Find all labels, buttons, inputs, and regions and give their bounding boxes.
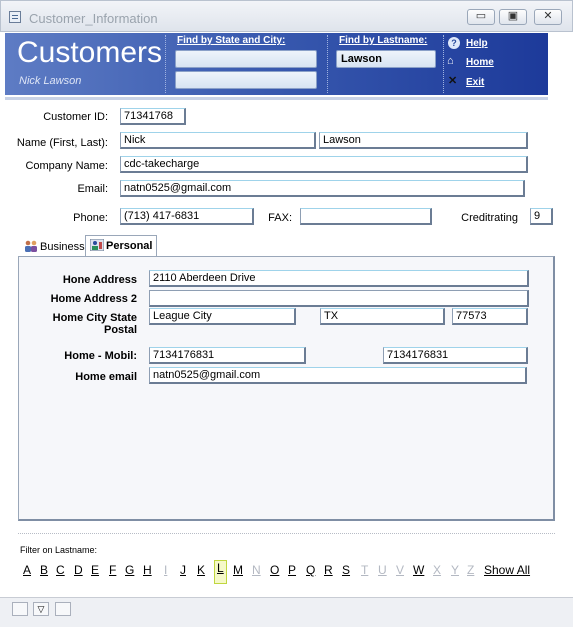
- window-titlebar: Customer_Information ▭ ▣ ✕: [0, 0, 573, 32]
- home-city-field[interactable]: League City: [149, 308, 296, 325]
- home-phone-field[interactable]: 7134176831: [383, 347, 528, 364]
- record-nav-bar: ▽: [0, 597, 573, 627]
- filter-letter-s[interactable]: S: [342, 563, 350, 577]
- filter-letter-g[interactable]: G: [125, 563, 134, 577]
- filter-letter-h[interactable]: H: [143, 563, 152, 577]
- filter-letter-z[interactable]: Z: [467, 563, 474, 577]
- fax-field[interactable]: [300, 208, 432, 225]
- minimize-button[interactable]: ▭: [467, 9, 495, 25]
- tab-business[interactable]: Business: [20, 237, 89, 257]
- filter-letter-j[interactable]: J: [180, 563, 186, 577]
- people-icon: [24, 240, 38, 252]
- mobil-label: Home - Mobil:: [64, 350, 137, 362]
- fax-label: FAX:: [268, 212, 292, 224]
- form-icon: [9, 11, 21, 23]
- home-email-field[interactable]: natn0525@gmail.com: [149, 367, 527, 384]
- last-name-field[interactable]: Lawson: [319, 132, 528, 149]
- filter-letter-k[interactable]: K: [197, 563, 205, 577]
- name-label: Name (First, Last):: [16, 137, 108, 149]
- filter-letter-m[interactable]: M: [233, 563, 243, 577]
- first-name-field[interactable]: Nick: [120, 132, 316, 149]
- creditrating-field[interactable]: 9: [530, 208, 553, 225]
- filter-letter-t[interactable]: T: [361, 563, 368, 577]
- exit-icon: ✕: [448, 75, 458, 87]
- home-icon: ⌂: [447, 55, 454, 67]
- home-postal-field[interactable]: 77573: [452, 308, 528, 325]
- filter-letter-n[interactable]: N: [252, 563, 261, 577]
- home-address2-field[interactable]: [149, 290, 529, 307]
- filter-letter-x[interactable]: X: [433, 563, 441, 577]
- header-divider: [443, 35, 444, 93]
- tab-business-label: Business: [40, 241, 85, 253]
- record-selector[interactable]: [12, 602, 28, 616]
- filter-letter-b[interactable]: B: [40, 563, 48, 577]
- find-state-input[interactable]: [175, 50, 317, 68]
- email-field[interactable]: natn0525@gmail.com: [120, 180, 525, 197]
- filter-letter-a[interactable]: A: [23, 563, 31, 577]
- filter-letter-v[interactable]: V: [396, 563, 404, 577]
- find-state-city-label: Find by State and City:: [177, 35, 286, 46]
- filter-icon[interactable]: ▽: [33, 602, 49, 616]
- filter-letter-u[interactable]: U: [378, 563, 387, 577]
- filter-letter-f[interactable]: F: [109, 563, 116, 577]
- filter-letter-e[interactable]: E: [91, 563, 99, 577]
- city-state-postal-label: Home City State Postal: [52, 312, 137, 336]
- header-divider: [327, 35, 328, 93]
- tab-personal-label: Personal: [106, 240, 153, 252]
- filter-letter-c[interactable]: C: [56, 563, 65, 577]
- filter-letter-r[interactable]: R: [324, 563, 333, 577]
- customer-id-field[interactable]: 71341768: [120, 108, 186, 125]
- customer-id-label: Customer ID:: [43, 111, 108, 123]
- page-title: Customers: [17, 36, 163, 69]
- filter-letter-d[interactable]: D: [74, 563, 83, 577]
- filter-letter-w[interactable]: W: [413, 563, 424, 577]
- home-link[interactable]: Home: [466, 57, 494, 68]
- personal-icon: [89, 238, 105, 252]
- header-banner: Customers Nick Lawson Find by State and …: [5, 33, 548, 95]
- close-button[interactable]: ✕: [534, 9, 562, 25]
- find-city-input[interactable]: [175, 71, 317, 89]
- show-all-link[interactable]: Show All: [484, 563, 530, 577]
- filter-letter-p[interactable]: P: [288, 563, 296, 577]
- filter-letter-o[interactable]: O: [270, 563, 279, 577]
- filter-letter-y[interactable]: Y: [451, 563, 459, 577]
- company-field[interactable]: cdc-takecharge: [120, 156, 528, 173]
- filter-letter-i[interactable]: I: [164, 563, 167, 577]
- creditrating-label: Creditrating: [461, 212, 518, 224]
- company-label: Company Name:: [25, 160, 108, 172]
- email-label: Email:: [77, 183, 108, 195]
- restore-button[interactable]: ▣: [499, 9, 527, 25]
- tab-personal[interactable]: Personal: [85, 235, 158, 257]
- header-divider: [165, 35, 166, 93]
- window-title: Customer_Information: [29, 11, 158, 26]
- home-address-field[interactable]: 2110 Aberdeen Drive: [149, 270, 529, 287]
- find-lastname-input[interactable]: Lawson: [336, 50, 436, 68]
- exit-link[interactable]: Exit: [466, 77, 484, 88]
- filter-letter-l[interactable]: L: [214, 560, 227, 584]
- find-lastname-label: Find by Lastname:: [339, 35, 428, 46]
- filter-letter-q[interactable]: Q: [306, 563, 315, 577]
- help-icon: ?: [448, 37, 460, 49]
- mobil-field[interactable]: 7134176831: [149, 347, 306, 364]
- header-rule: [5, 97, 548, 100]
- search-box[interactable]: [55, 602, 71, 616]
- home-address-label: Hone Address: [62, 274, 137, 286]
- home-state-field[interactable]: TX: [320, 308, 445, 325]
- filter-label: Filter on Lastname:: [20, 545, 98, 555]
- home-email-label: Home email: [75, 371, 137, 383]
- divider: [18, 533, 555, 534]
- help-link[interactable]: Help: [466, 38, 488, 49]
- home-address2-label: Home Address 2: [50, 293, 137, 305]
- phone-field[interactable]: (713) 417-6831: [120, 208, 254, 225]
- phone-label: Phone:: [73, 212, 108, 224]
- customer-name-subtitle: Nick Lawson: [19, 75, 82, 87]
